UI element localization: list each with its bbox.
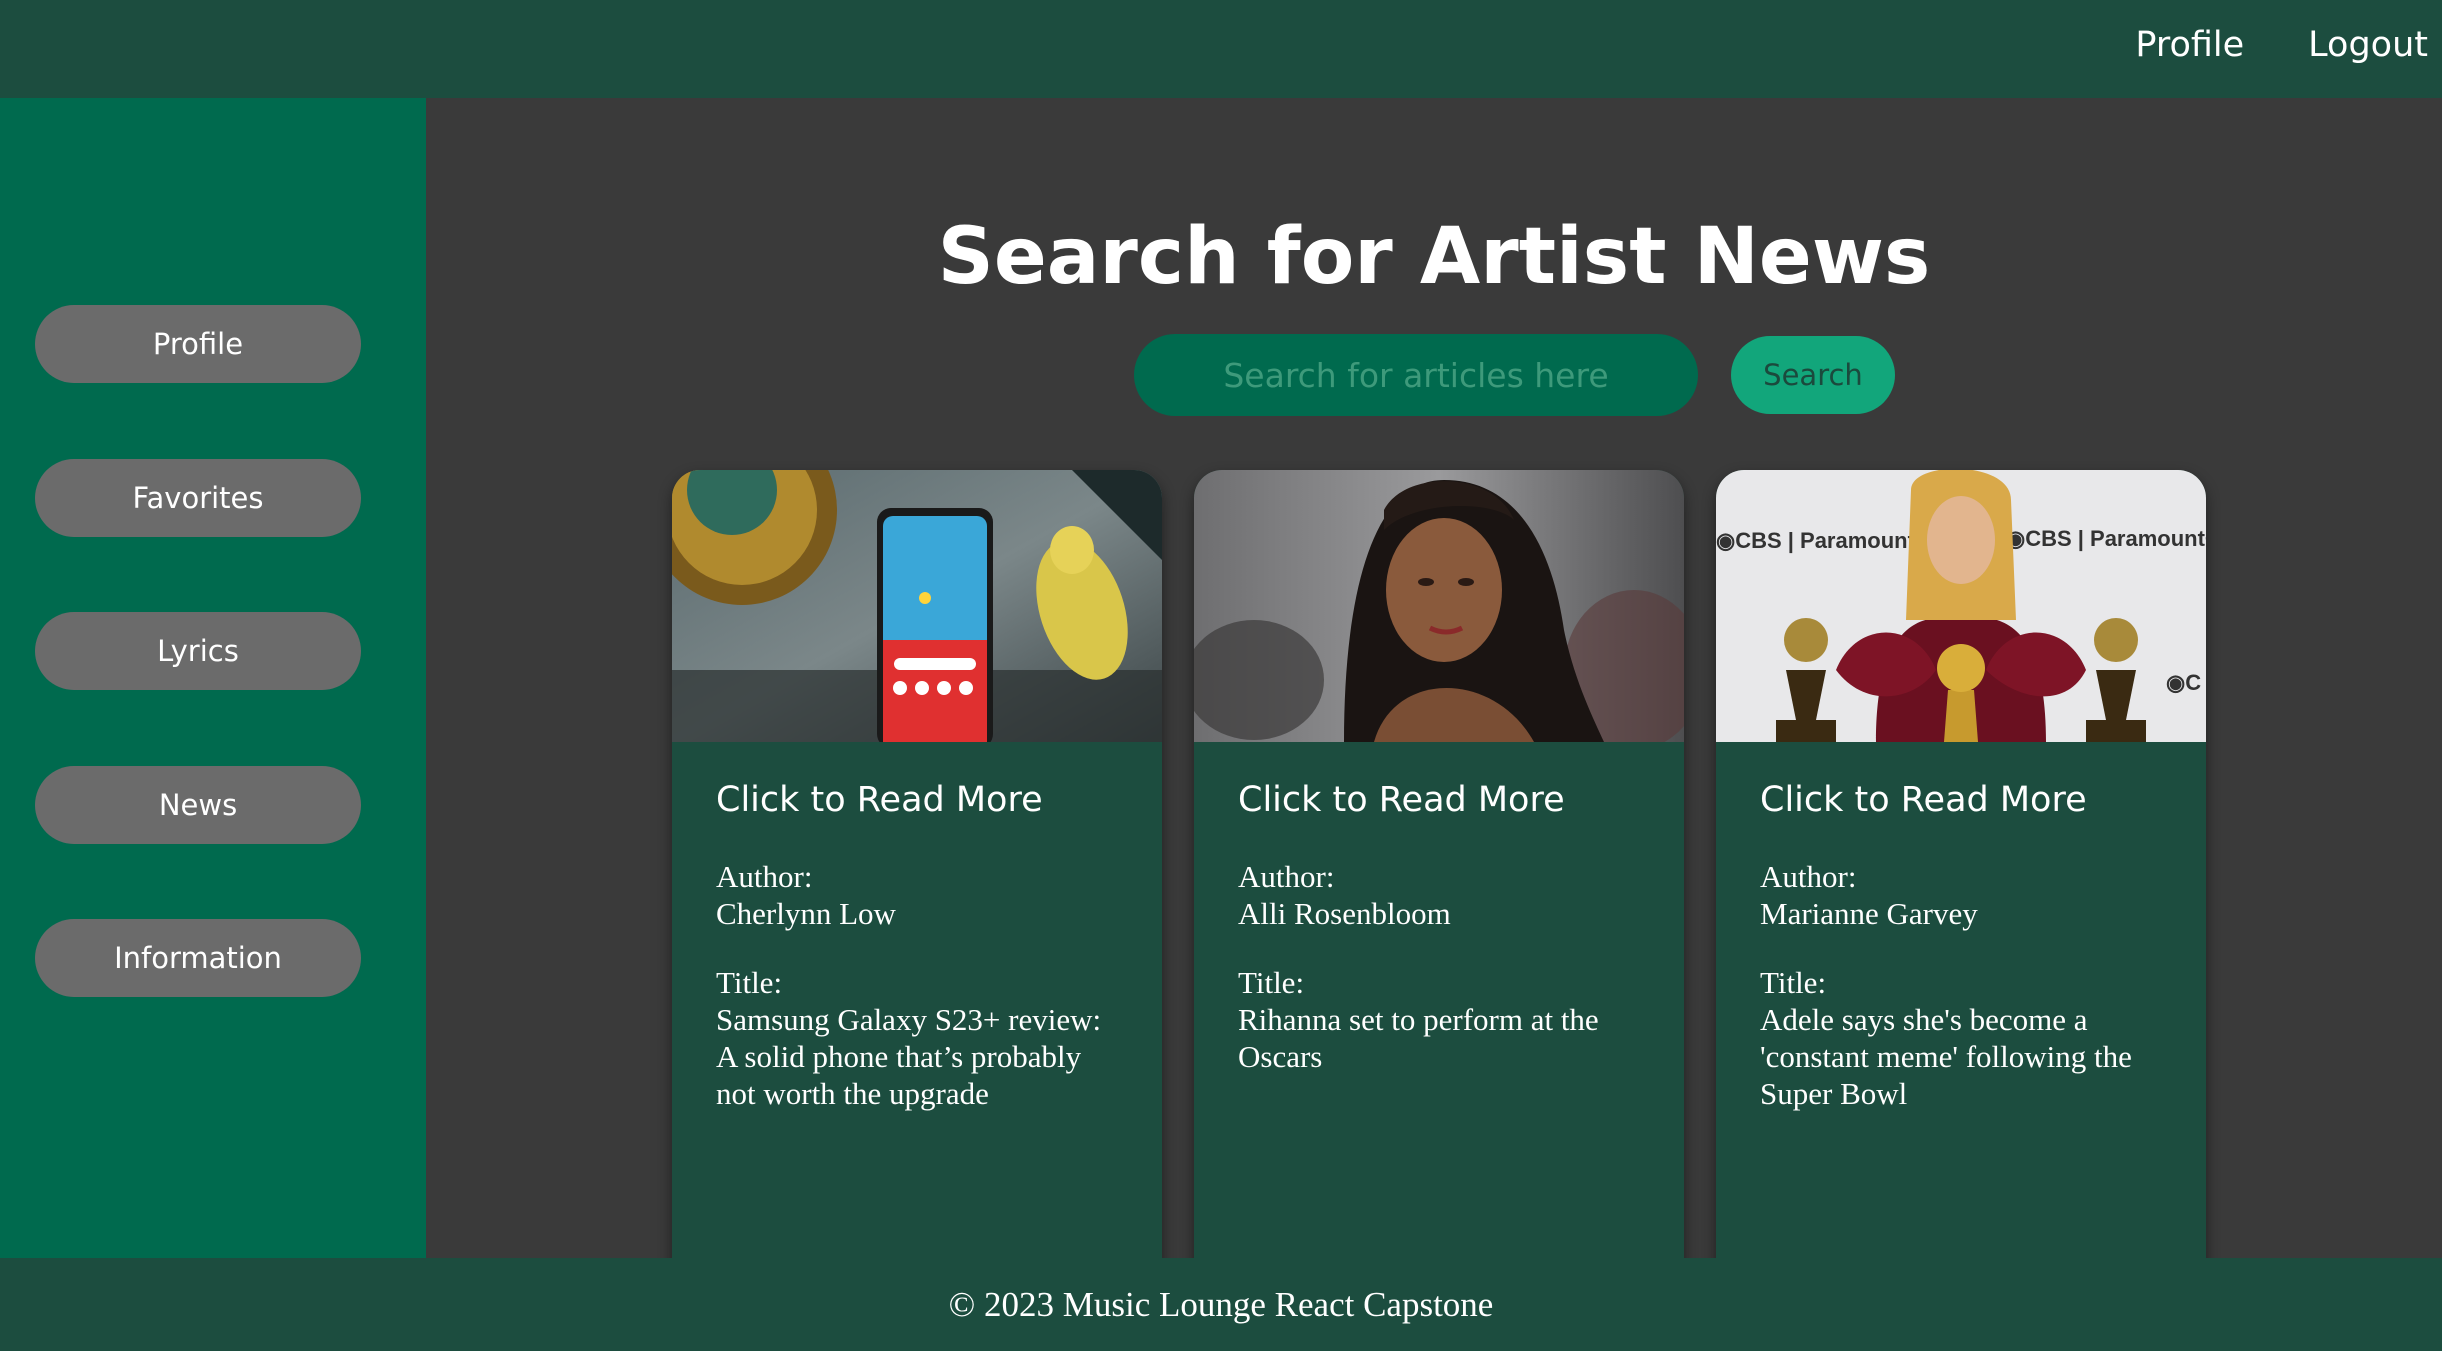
top-navbar: Profile Logout: [0, 0, 2442, 98]
title-label: Title:: [1760, 965, 1827, 1000]
sidebar: Profile Favorites Lyrics News Informatio…: [0, 98, 426, 1258]
top-nav-logout-link[interactable]: Logout: [2308, 25, 2428, 65]
author-label: Author:: [1760, 859, 1857, 894]
footer-copyright: © 2023 Music Lounge React Capstone: [948, 1284, 1494, 1324]
article-title: Samsung Galaxy S23+ review: A solid phon…: [716, 1002, 1102, 1111]
article-title: Rihanna set to perform at the Oscars: [1238, 1002, 1599, 1074]
read-more-link[interactable]: Click to Read More: [1238, 780, 1640, 820]
sidebar-item-lyrics[interactable]: Lyrics: [35, 612, 361, 690]
author-name: Cherlynn Low: [716, 896, 896, 931]
article-image-grammy: ◉CBS | Paramount+ ◉CBS | Paramount+ ◉C: [1716, 470, 2206, 742]
search-button[interactable]: Search: [1731, 336, 1895, 414]
news-card[interactable]: ◉CBS | Paramount+ ◉CBS | Paramount+ ◉C C…: [1716, 470, 2206, 1296]
article-image-phone: [672, 470, 1162, 742]
sidebar-item-information[interactable]: Information: [35, 919, 361, 997]
main-content: Search for Artist News Search for articl…: [426, 98, 2442, 1296]
svg-text:◉CBS | Paramount+: ◉CBS | Paramount+: [2006, 526, 2206, 551]
author-name: Marianne Garvey: [1760, 896, 1978, 931]
top-nav: Profile Logout: [2071, 0, 2442, 90]
sidebar-item-profile[interactable]: Profile: [35, 305, 361, 383]
author-label: Author:: [716, 859, 813, 894]
svg-text:◉CBS | Paramount+: ◉CBS | Paramount+: [1716, 528, 1928, 553]
read-more-link[interactable]: Click to Read More: [716, 780, 1118, 820]
top-nav-profile-link[interactable]: Profile: [2135, 25, 2244, 65]
author-label: Author:: [1238, 859, 1335, 894]
article-title: Adele says she's become a 'constant meme…: [1760, 1002, 2132, 1111]
title-label: Title:: [1238, 965, 1305, 1000]
footer: © 2023 Music Lounge React Capstone: [0, 1258, 2442, 1351]
sidebar-item-favorites[interactable]: Favorites: [35, 459, 361, 537]
author-name: Alli Rosenbloom: [1238, 896, 1451, 931]
card-body: Click to Read More Author: Alli Rosenblo…: [1194, 742, 1684, 1075]
title-label: Title:: [716, 965, 783, 1000]
news-card[interactable]: Click to Read More Author: Alli Rosenblo…: [1194, 470, 1684, 1296]
read-more-link[interactable]: Click to Read More: [1760, 780, 2162, 820]
sidebar-item-news[interactable]: News: [35, 766, 361, 844]
article-image-portrait: [1194, 470, 1684, 742]
page-title: Search for Artist News: [937, 212, 1931, 302]
news-card[interactable]: Click to Read More Author: Cherlynn Low …: [672, 470, 1162, 1296]
svg-text:◉C: ◉C: [2166, 670, 2201, 695]
card-body: Click to Read More Author: Marianne Garv…: [1716, 742, 2206, 1112]
card-body: Click to Read More Author: Cherlynn Low …: [672, 742, 1162, 1112]
search-input[interactable]: [1134, 334, 1698, 416]
